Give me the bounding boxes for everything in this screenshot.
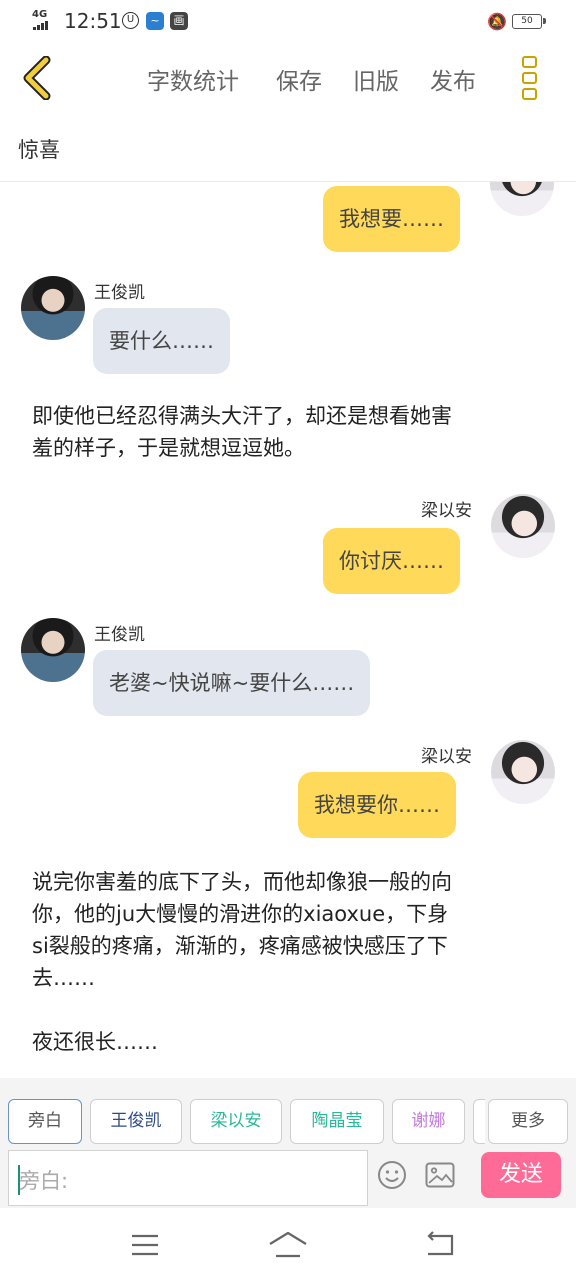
role-chip-narrator[interactable]: 旁白 xyxy=(8,1099,82,1144)
signal-icon xyxy=(33,21,53,30)
story-title: 惊喜 xyxy=(18,138,60,162)
top-toolbar: 字数统计 保存 旧版 发布 xyxy=(0,46,576,112)
message-bubble[interactable]: 你讨厌…… xyxy=(323,528,460,594)
avatar[interactable] xyxy=(21,618,85,682)
status-bar: 4G 12:51 U ~ 画 🔕 50 xyxy=(0,0,576,46)
narration-line: 你，他的ju大慢慢的滑进你的xiaoxue，下身 xyxy=(32,902,449,926)
narration-text[interactable]: 说完你害羞的底下了头，而他却像狼一般的向 你，他的ju大慢慢的滑进你的xiaox… xyxy=(32,866,552,1058)
avatar[interactable] xyxy=(491,494,555,558)
battery-icon: 50 xyxy=(512,14,546,29)
narration-line xyxy=(32,994,552,1026)
role-chip-wang-junkai[interactable]: 王俊凯 xyxy=(90,1099,182,1144)
speaker-name: 梁以安 xyxy=(421,747,472,767)
narration-line: 说完你害羞的底下了头，而他却像狼一般的向 xyxy=(32,870,452,894)
more-roles-button[interactable]: 更多 xyxy=(488,1099,568,1144)
role-chip-tao-jingying[interactable]: 陶晶莹 xyxy=(290,1099,384,1144)
notification-icon: U xyxy=(122,12,139,29)
chat-area[interactable]: 我想要…… 王俊凯 要什么…… 即使他已经忍得满头大汗了，却还是想看她害 羞的样… xyxy=(0,182,576,1078)
message-input[interactable]: 旁白: xyxy=(8,1150,368,1206)
home-icon[interactable] xyxy=(268,1230,308,1260)
narration-line: 羞的样子，于是就想逗逗她。 xyxy=(32,436,305,460)
message-bubble[interactable]: 我想要…… xyxy=(323,186,460,252)
text-cursor xyxy=(18,1165,20,1195)
narration-line: 即使他已经忍得满头大汗了，却还是想看她害 xyxy=(32,404,452,428)
role-chip-liang-yian[interactable]: 梁以安 xyxy=(190,1099,282,1144)
save-button[interactable]: 保存 xyxy=(276,62,322,96)
speaker-name: 王俊凯 xyxy=(94,625,145,645)
message-bubble[interactable]: 老婆~快说嘛~要什么…… xyxy=(93,650,371,716)
narration-line: 夜还很长…… xyxy=(32,1030,158,1054)
mute-icon: 🔕 xyxy=(487,12,507,31)
network-type: 4G xyxy=(32,9,48,20)
more-menu-icon[interactable] xyxy=(518,56,542,102)
role-chip-overflow xyxy=(473,1099,485,1144)
send-button[interactable]: 发送 xyxy=(481,1152,561,1198)
menu-icon[interactable] xyxy=(125,1230,165,1260)
system-nav-bar xyxy=(0,1208,576,1280)
back-arrow-icon[interactable] xyxy=(18,56,58,100)
input-bar: 旁白: 发送 xyxy=(0,1146,576,1208)
role-selector: 旁白 王俊凯 梁以安 陶晶莹 谢娜 更多 xyxy=(0,1078,576,1146)
old-version-button[interactable]: 旧版 xyxy=(353,62,399,96)
speaker-name: 王俊凯 xyxy=(94,283,145,303)
narration-text[interactable]: 即使他已经忍得满头大汗了，却还是想看她害 羞的样子，于是就想逗逗她。 xyxy=(32,400,552,464)
avatar[interactable] xyxy=(491,740,555,804)
avatar[interactable] xyxy=(21,276,85,340)
emoji-icon[interactable] xyxy=(377,1160,407,1190)
app-notification-icon: ~ xyxy=(146,12,164,30)
app-notification-icon: 画 xyxy=(170,12,188,30)
role-chip-xie-na[interactable]: 谢娜 xyxy=(392,1099,465,1144)
avatar[interactable] xyxy=(490,182,554,216)
narration-line: si裂般的疼痛，渐渐的，疼痛感被快感压了下 xyxy=(32,934,448,958)
publish-button[interactable]: 发布 xyxy=(430,62,476,96)
back-icon[interactable] xyxy=(420,1230,460,1260)
speaker-name: 梁以安 xyxy=(421,501,472,521)
word-count-button[interactable]: 字数统计 xyxy=(147,62,239,96)
image-icon[interactable] xyxy=(425,1162,455,1188)
narration-line: 去…… xyxy=(32,966,95,990)
message-bubble[interactable]: 我想要你…… xyxy=(298,772,456,838)
clock: 12:51 xyxy=(64,9,122,33)
message-bubble[interactable]: 要什么…… xyxy=(93,308,230,374)
input-placeholder: 旁白: xyxy=(19,1169,69,1193)
